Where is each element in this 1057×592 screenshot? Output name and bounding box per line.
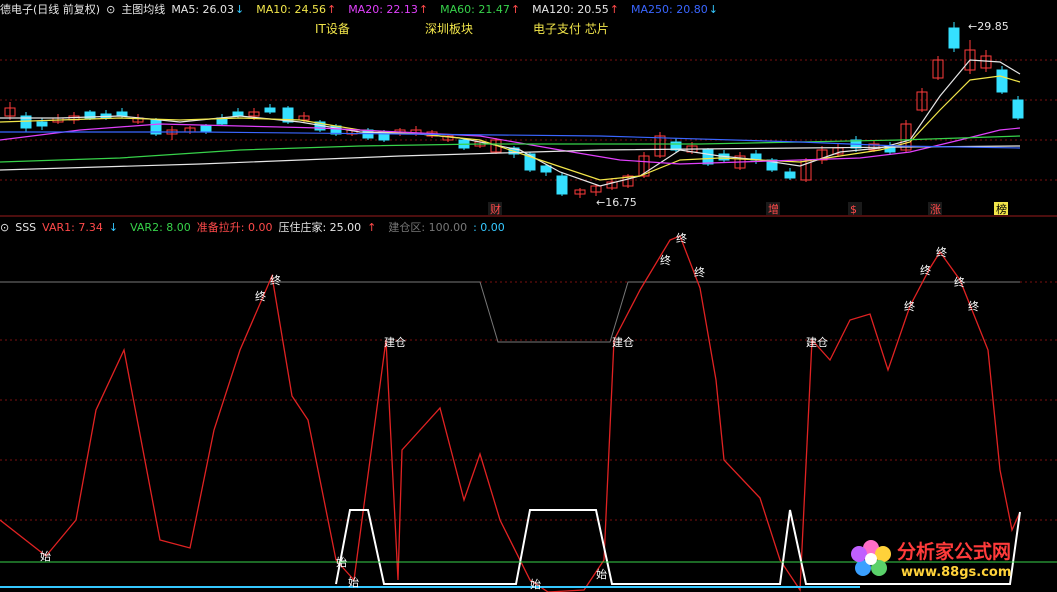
candle-body — [996, 69, 1008, 93]
signal-label: 建仓 — [806, 335, 828, 349]
price-high-label: ←29.85 — [968, 20, 1009, 33]
var2-readout: VAR2: 8.00 — [130, 220, 191, 234]
signal-label: 终 — [255, 289, 266, 303]
signal-label: 终 — [904, 299, 915, 313]
watermark-logo: 分析家公式网 www.88gs.com — [849, 532, 1049, 582]
prep-readout: 准备拉升: 0.00 — [196, 221, 273, 234]
signal-label: 终 — [954, 275, 965, 289]
flower-logo-icon: 分析家公式网 www.88gs.com — [851, 540, 1011, 580]
price-low-label: ←16.75 — [596, 196, 637, 209]
build-extra-readout: : 0.00 — [473, 220, 505, 234]
signal-label: 始 — [336, 555, 347, 569]
candle-body — [556, 175, 568, 195]
build-readout: 建仓区: 100.00 — [388, 221, 468, 234]
signal-label: 终 — [920, 263, 931, 277]
watermark-line2: www.88gs.com — [901, 565, 1011, 580]
subchart-header: ⊙ SSS VAR1: 7.34 ↓ VAR2: 8.00 准备拉升: 0.00 … — [0, 218, 511, 236]
candle-body — [116, 111, 128, 117]
event-marker: 财 — [490, 202, 501, 216]
signal-label: 始 — [348, 575, 359, 589]
signal-label: 始 — [530, 577, 541, 591]
signal-label: 终 — [694, 265, 705, 279]
event-marker: $ — [850, 203, 857, 216]
event-marker: 增 — [768, 202, 779, 216]
candle-body — [200, 125, 212, 133]
signal-label: 终 — [968, 299, 979, 313]
signal-label: 终 — [660, 253, 671, 267]
candle-body — [948, 27, 960, 49]
press-readout: 压住庄家: 25.00 ↑ — [278, 221, 377, 234]
subchart-collapse-icon[interactable]: ⊙ — [0, 221, 9, 234]
candle-body — [36, 121, 48, 127]
watermark-line1: 分析家公式网 — [897, 540, 1011, 563]
event-marker: 榜 — [996, 202, 1007, 216]
chart-canvas[interactable]: ←29.85←16.75财增 $ 涨榜 始始始 始始终终终终终 终终终终 终建仓 建仓 建仓 — [0, 0, 1057, 592]
candle-body — [702, 149, 714, 165]
signal-label: 建仓 — [612, 335, 634, 349]
candle-body — [784, 171, 796, 179]
signal-label: 终 — [936, 245, 947, 259]
event-marker: 涨 — [930, 203, 941, 216]
signal-label: 始 — [40, 549, 51, 563]
candle-body — [264, 107, 276, 113]
candle-body — [1012, 99, 1024, 119]
build-zone-line — [0, 281, 1020, 343]
var1-readout: VAR1: 7.34 ↓ — [42, 220, 119, 234]
signal-label: 终 — [270, 273, 281, 287]
signal-label: 建仓 — [384, 335, 406, 349]
subchart-name[interactable]: SSS — [15, 221, 36, 234]
candle-body — [232, 111, 244, 117]
signal-label: 始 — [596, 567, 607, 581]
signal-label: 终 — [676, 231, 687, 245]
